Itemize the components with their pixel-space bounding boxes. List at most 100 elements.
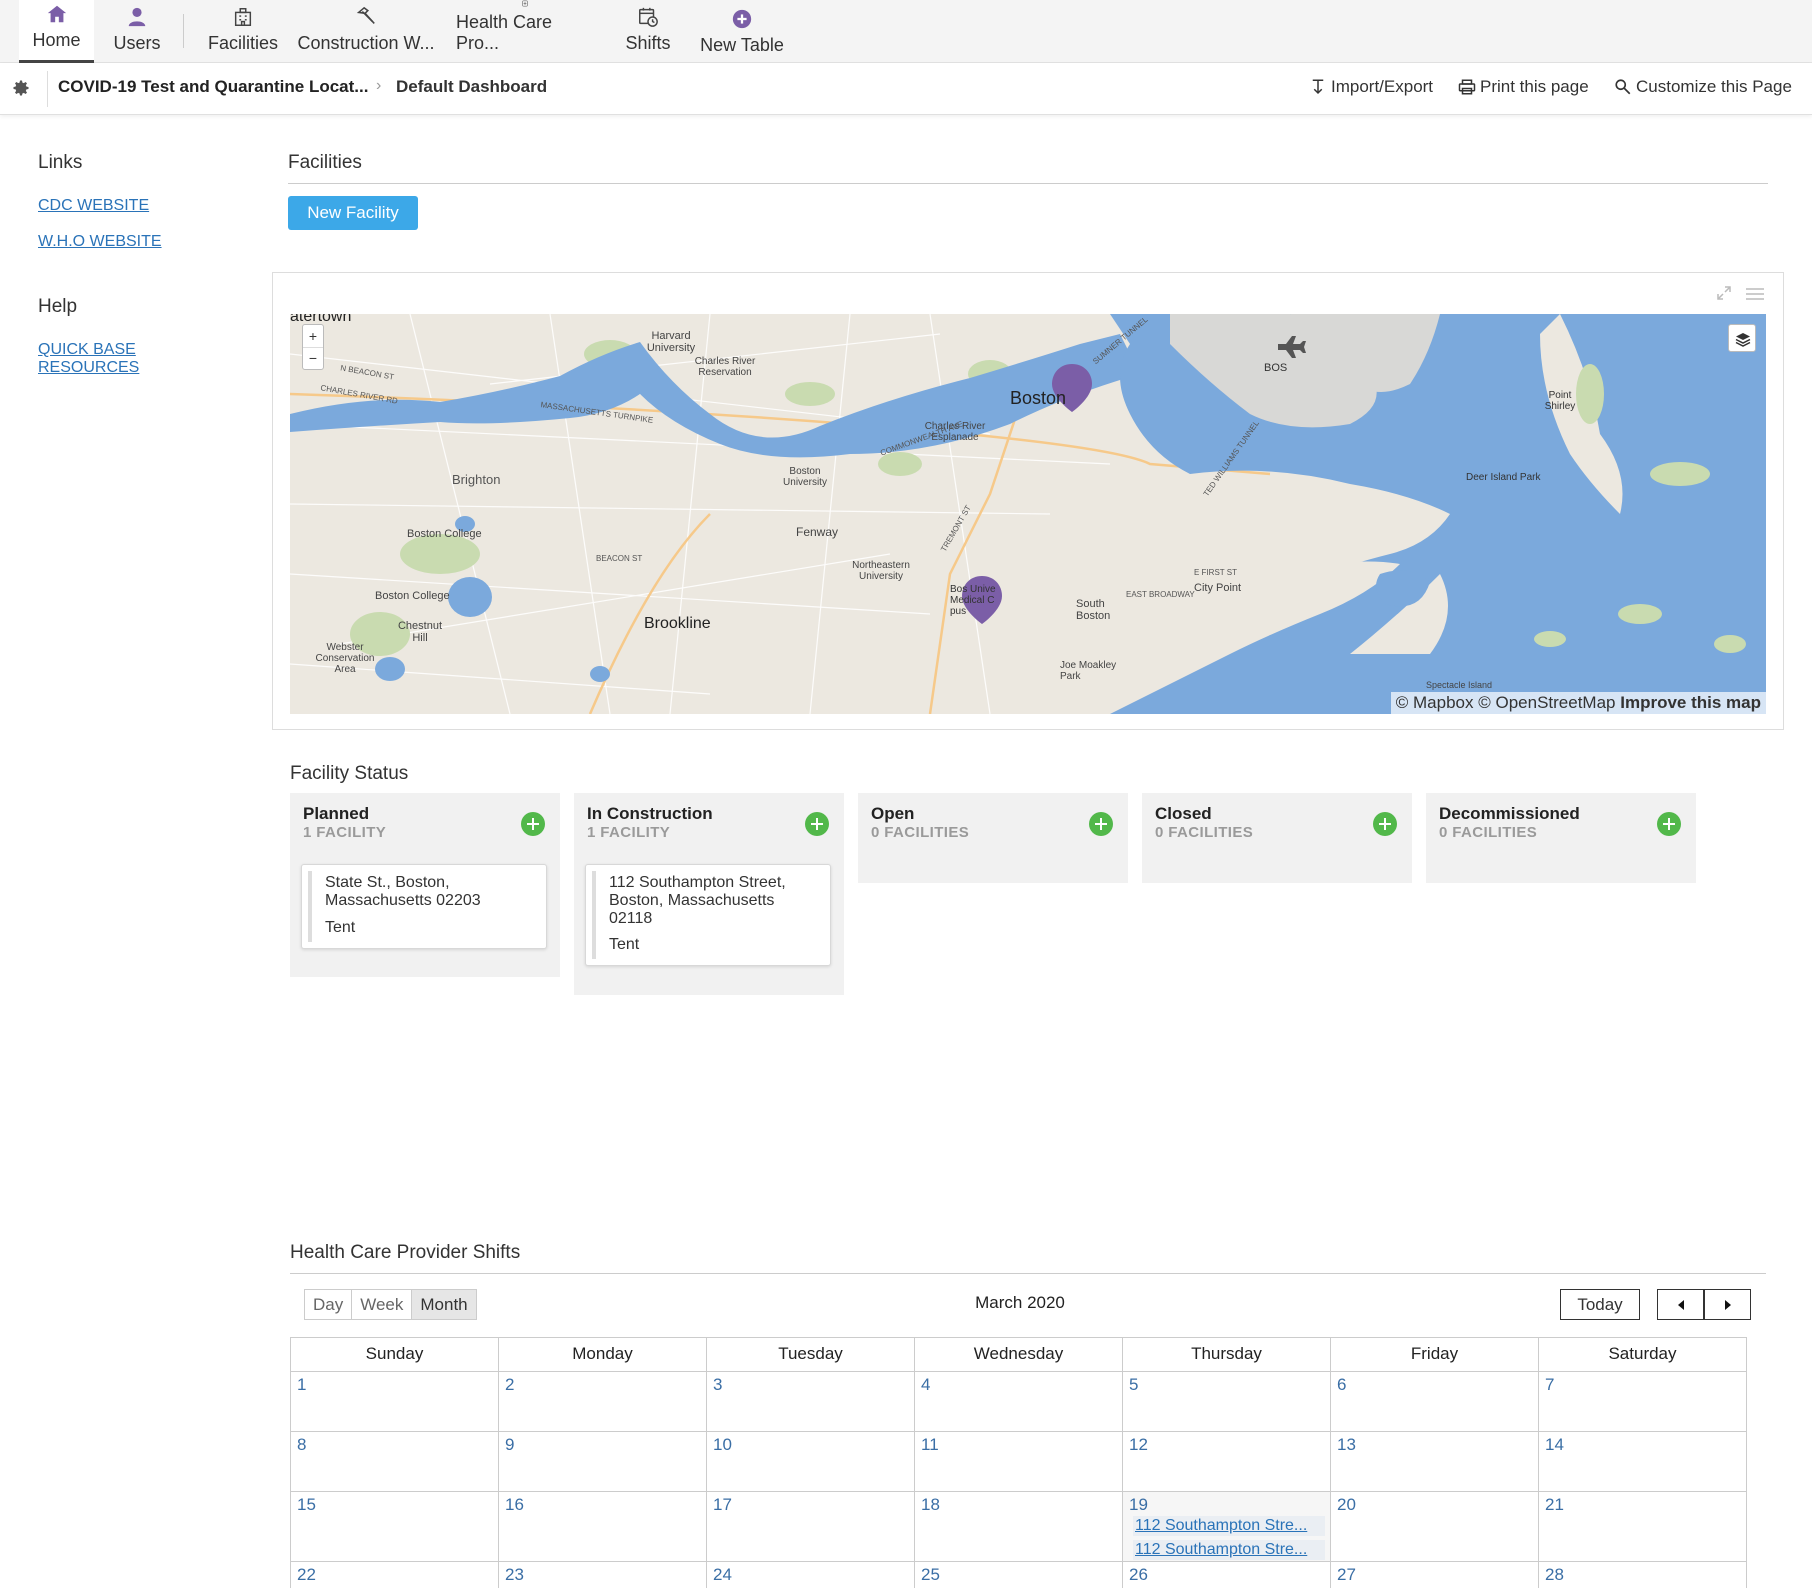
tab-health-care-providers[interactable]: Health Care Pro... xyxy=(456,0,594,63)
next-month-button[interactable] xyxy=(1704,1289,1751,1320)
day-number[interactable]: 15 xyxy=(297,1495,316,1515)
tab-users[interactable]: Users xyxy=(108,0,166,63)
day-number[interactable]: 28 xyxy=(1545,1565,1564,1585)
calendar-day[interactable]: 2 xyxy=(498,1371,706,1431)
day-number[interactable]: 14 xyxy=(1545,1435,1564,1455)
calendar-day[interactable]: 16 xyxy=(498,1491,706,1561)
quickbase-resources-link[interactable]: QUICK BASE RESOURCES xyxy=(38,341,139,377)
tab-home[interactable]: Home xyxy=(19,0,94,63)
calendar-day[interactable]: 6 xyxy=(1330,1371,1538,1431)
day-number[interactable]: 3 xyxy=(713,1375,722,1395)
facility-card[interactable]: State St., Boston, Massachusetts 02203 T… xyxy=(301,864,547,949)
calendar-day[interactable]: 23 xyxy=(498,1561,706,1588)
gear-icon[interactable] xyxy=(11,78,31,98)
menu-icon[interactable] xyxy=(1746,287,1764,301)
day-number[interactable]: 27 xyxy=(1337,1565,1356,1585)
add-record-button[interactable] xyxy=(1373,812,1397,836)
print-page-button[interactable]: Print this page xyxy=(1458,77,1589,97)
today-button[interactable]: Today xyxy=(1560,1289,1640,1320)
view-week-button[interactable]: Week xyxy=(351,1290,411,1319)
customize-page-button[interactable]: Customize this Page xyxy=(1614,77,1792,97)
calendar-day[interactable]: 26 xyxy=(1122,1561,1330,1588)
zoom-out-button[interactable]: − xyxy=(303,348,323,370)
calendar-day[interactable]: 18 xyxy=(914,1491,1122,1561)
calendar-day[interactable]: 13 xyxy=(1330,1431,1538,1491)
calendar-day[interactable]: 12 xyxy=(1122,1431,1330,1491)
day-number[interactable]: 24 xyxy=(713,1565,732,1585)
calendar-day[interactable]: 27 xyxy=(1330,1561,1538,1588)
calendar-day[interactable]: 20 xyxy=(1330,1491,1538,1561)
previous-month-button[interactable] xyxy=(1657,1289,1704,1320)
tab-new-table[interactable]: New Table xyxy=(698,0,786,63)
calendar-day[interactable]: 7 xyxy=(1538,1371,1747,1431)
expand-icon[interactable] xyxy=(1716,285,1732,301)
day-number[interactable]: 22 xyxy=(297,1565,316,1585)
day-number[interactable]: 25 xyxy=(921,1565,940,1585)
shift-event-link[interactable]: 112 Southampton Stre... xyxy=(1133,1540,1325,1560)
calendar-day[interactable]: 17 xyxy=(706,1491,914,1561)
calendar-day[interactable]: 4 xyxy=(914,1371,1122,1431)
view-month-button[interactable]: Month xyxy=(411,1290,476,1319)
day-number[interactable]: 6 xyxy=(1337,1375,1346,1395)
day-number[interactable]: 5 xyxy=(1129,1375,1138,1395)
calendar-day[interactable]: 9 xyxy=(498,1431,706,1491)
calendar-day[interactable]: 25 xyxy=(914,1561,1122,1588)
improve-map-link[interactable]: Improve this map xyxy=(1620,693,1761,712)
zoom-in-button[interactable]: + xyxy=(303,325,323,348)
calendar-day[interactable]: 10 xyxy=(706,1431,914,1491)
layers-button[interactable] xyxy=(1728,324,1756,352)
calendar-day[interactable]: 15 xyxy=(290,1491,498,1561)
calendar-day[interactable]: 21 xyxy=(1538,1491,1747,1561)
calendar-day[interactable]: 8 xyxy=(290,1431,498,1491)
add-record-button[interactable] xyxy=(805,812,829,836)
day-number[interactable]: 1 xyxy=(297,1375,306,1395)
day-number[interactable]: 19 xyxy=(1129,1495,1148,1515)
day-number[interactable]: 2 xyxy=(505,1375,514,1395)
calendar-day[interactable]: 14 xyxy=(1538,1431,1747,1491)
day-number[interactable]: 21 xyxy=(1545,1495,1564,1515)
cdc-website-link[interactable]: CDC WEBSITE xyxy=(38,197,149,215)
day-number[interactable]: 9 xyxy=(505,1435,514,1455)
tab-construction[interactable]: Construction W... xyxy=(296,0,436,63)
add-record-button[interactable] xyxy=(521,812,545,836)
shift-event-link[interactable]: 112 Southampton Stre... xyxy=(1133,1516,1325,1536)
calendar-day[interactable]: 11 xyxy=(914,1431,1122,1491)
view-day-button[interactable]: Day xyxy=(305,1290,351,1319)
add-record-button[interactable] xyxy=(1657,812,1681,836)
day-number[interactable]: 10 xyxy=(713,1435,732,1455)
calendar-day[interactable]: 3 xyxy=(706,1371,914,1431)
new-facility-button[interactable]: New Facility xyxy=(288,196,418,230)
day-number[interactable]: 17 xyxy=(713,1495,732,1515)
calendar-day[interactable]: 22 xyxy=(290,1561,498,1588)
add-record-button[interactable] xyxy=(1089,812,1113,836)
day-number[interactable]: 20 xyxy=(1337,1495,1356,1515)
day-number[interactable]: 26 xyxy=(1129,1565,1148,1585)
calendar-day[interactable]: 5 xyxy=(1122,1371,1330,1431)
day-number[interactable]: 7 xyxy=(1545,1375,1554,1395)
facilities-map[interactable]: Boston Brookline Brighton Boston College… xyxy=(290,314,1766,714)
day-number[interactable]: 13 xyxy=(1337,1435,1356,1455)
tab-shifts[interactable]: Shifts xyxy=(622,0,674,63)
day-number[interactable]: 8 xyxy=(297,1435,306,1455)
mapbox-attribution-link[interactable]: © Mapbox xyxy=(1396,693,1474,712)
day-number[interactable]: 18 xyxy=(921,1495,940,1515)
who-website-link[interactable]: W.H.O WEBSITE xyxy=(38,233,162,251)
day-number[interactable]: 11 xyxy=(921,1435,939,1455)
layers-icon xyxy=(1735,333,1751,347)
calendar-day[interactable]: 1 xyxy=(290,1371,498,1431)
breadcrumb-app[interactable]: COVID-19 Test and Quarantine Locat... xyxy=(58,77,368,97)
status-column-open: Open 0 FACILITIES xyxy=(858,793,1128,883)
day-number[interactable]: 12 xyxy=(1129,1435,1148,1455)
tab-label: Shifts xyxy=(625,33,671,53)
import-export-button[interactable]: Import/Export xyxy=(1309,77,1433,97)
day-number[interactable]: 16 xyxy=(505,1495,524,1515)
tab-facilities[interactable]: Facilities xyxy=(207,0,279,63)
osm-attribution-link[interactable]: © OpenStreetMap xyxy=(1478,693,1615,712)
day-number[interactable]: 4 xyxy=(921,1375,930,1395)
calendar-day[interactable]: 28 xyxy=(1538,1561,1747,1588)
facility-card[interactable]: 112 Southampton Street, Boston, Massachu… xyxy=(585,864,831,966)
building-icon xyxy=(234,8,252,26)
day-number[interactable]: 23 xyxy=(505,1565,524,1585)
calendar-day[interactable]: 24 xyxy=(706,1561,914,1588)
calendar-day[interactable]: 19 112 Southampton Stre... 112 Southampt… xyxy=(1122,1491,1330,1561)
